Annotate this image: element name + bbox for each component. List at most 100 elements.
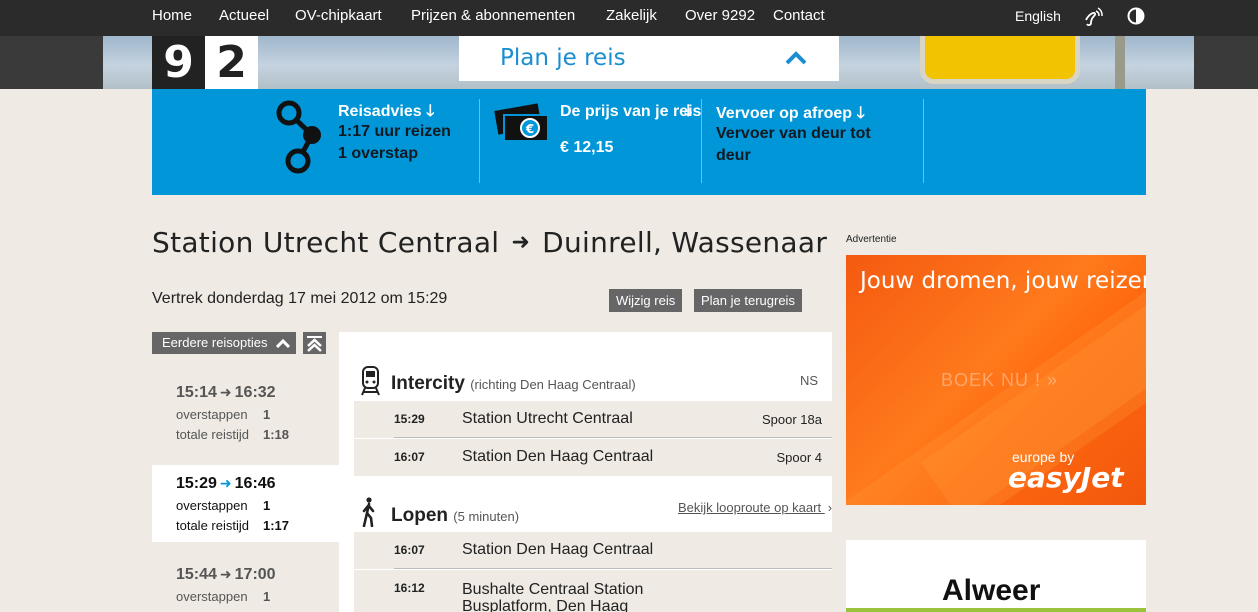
transfers-label: overstappen — [176, 498, 248, 513]
stop-time: 16:07 — [394, 450, 425, 464]
arrow-down-icon: 🡓 — [426, 103, 435, 120]
option-arrive: 16:32 — [234, 384, 276, 401]
divider — [394, 437, 832, 438]
option-duration-row: totale reistijd 1:17 — [176, 518, 289, 533]
arrow-right-icon: ➜ — [511, 230, 531, 255]
leg-title-train: Intercity (richting Den Haag Centraal) — [391, 373, 636, 395]
option-times: 15:29 ➜ 16:46 — [176, 475, 276, 493]
ad-headline: Jouw dromen, jouw reizen — [860, 268, 1146, 294]
advice-transfers: 1 overstap — [338, 145, 419, 162]
option-transfers-row: overstappen 1 — [176, 589, 270, 604]
divider — [479, 99, 480, 183]
stop-platform: Spoor 4 — [776, 450, 822, 465]
second-advertisement[interactable]: Alweer — [846, 540, 1146, 612]
nav-home[interactable]: Home — [152, 7, 192, 24]
walk-route-map-link[interactable]: Bekijk looproute op kaart › — [678, 500, 832, 515]
leg-direction: (richting Den Haag Centraal) — [470, 377, 636, 392]
advice-title-label: Reisadvies — [338, 103, 422, 120]
plan-trip-label: Plan je reis — [500, 45, 626, 71]
option-times: 15:44 ➜ 17:00 — [176, 566, 276, 584]
option-depart: 15:14 — [176, 384, 217, 401]
transfers-label: overstappen — [176, 589, 248, 604]
money-icon: € — [494, 103, 549, 142]
plan-return-button[interactable]: Plan je terugreis — [694, 289, 802, 312]
first-option-button[interactable] — [303, 332, 326, 354]
ad-brand-logo: easyJet — [1008, 461, 1124, 494]
contrast-icon[interactable] — [1127, 7, 1145, 25]
stop-row: 16:12 Bushalte Centraal Station Busplatf… — [354, 570, 832, 612]
price-title[interactable]: De prijs van je reis 🡓 — [560, 102, 730, 122]
leg-mode: Intercity — [391, 373, 465, 394]
stop-row: 15:29 Station Utrecht Centraal Spoor 18a — [354, 401, 832, 438]
trip-option[interactable]: 15:44 ➜ 17:00 overstappen 1 — [152, 556, 339, 612]
nav-prijzen[interactable]: Prijzen & abonnementen — [411, 7, 575, 24]
svg-text:€: € — [525, 122, 534, 136]
ad2-text: Alweer — [942, 574, 1041, 607]
trip-option[interactable]: 15:14 ➜ 16:32 overstappen 1 totale reistij… — [152, 374, 339, 454]
route-icon — [276, 100, 321, 174]
transfers-label: overstappen — [176, 407, 248, 422]
advertisement-label: Advertentie — [846, 234, 897, 245]
divider — [701, 99, 702, 183]
transfers-value: 1 — [263, 407, 271, 422]
plan-trip-toggle[interactable]: Plan je reis — [459, 36, 839, 81]
divider — [394, 568, 832, 569]
stop-name: Station Utrecht Centraal — [462, 410, 633, 427]
option-transfers-row: overstappen 1 — [176, 498, 270, 513]
stop-time: 15:29 — [394, 412, 425, 426]
stop-row: 16:07 Station Den Haag Centraal — [354, 532, 832, 569]
option-depart: 15:29 — [176, 475, 217, 492]
ad2-bar — [846, 608, 1146, 612]
ondemand-title[interactable]: Vervoer op afroep 🡓 — [716, 104, 865, 124]
trip-option-selected[interactable]: 15:29 ➜ 16:46 overstappen 1 totale reistij… — [152, 465, 339, 542]
walking-icon — [362, 497, 375, 527]
price-title-label: De prijs van je reis — [560, 103, 702, 120]
chevron-up-icon — [276, 338, 290, 348]
nav-contact[interactable]: Contact — [773, 7, 825, 24]
arrow-right-icon: ➜ — [219, 384, 232, 400]
nav-ov-chipkaart[interactable]: OV-chipkaart — [295, 7, 382, 24]
option-times: 15:14 ➜ 16:32 — [176, 384, 276, 402]
stop-platform: Spoor 18a — [762, 412, 822, 427]
train-icon — [361, 366, 380, 396]
advice-duration: 1:17 uur reizen — [338, 123, 451, 140]
stop-time: 16:07 — [394, 543, 425, 557]
duration-value: 1:18 — [263, 427, 290, 442]
arrow-right-icon: ➜ — [219, 475, 232, 491]
arrow-down-icon: 🡓 — [856, 105, 865, 122]
nav-zakelijk[interactable]: Zakelijk — [606, 7, 657, 24]
leg-mode: Lopen — [391, 505, 448, 526]
option-duration-row: totale reistijd 1:18 — [176, 427, 289, 442]
double-chevron-up-icon — [307, 336, 322, 352]
nav-actueel[interactable]: Actueel — [219, 7, 269, 24]
walk-route-map-label: Bekijk looproute op kaart — [678, 500, 822, 515]
stop-name: Station Den Haag Centraal — [462, 541, 654, 558]
nav-over-9292[interactable]: Over 9292 — [685, 7, 755, 24]
ear-icon[interactable] — [1082, 6, 1104, 28]
easyjet-advertisement[interactable]: Jouw dromen, jouw reizen BOEK NU ! » eur… — [846, 255, 1146, 505]
arrow-down-icon: 🡓 — [684, 103, 693, 120]
earlier-options-button[interactable]: Eerdere reisopties — [152, 332, 296, 354]
chevron-up-icon — [785, 51, 807, 65]
transfers-value: 1 — [263, 589, 271, 604]
stop-name: Station Den Haag Centraal — [462, 448, 654, 465]
language-link[interactable]: English — [1015, 8, 1061, 24]
stop-row: 16:07 Station Den Haag Centraal Spoor 4 — [354, 439, 832, 476]
route-from: Station Utrecht Centraal — [152, 226, 500, 259]
transfers-value: 1 — [263, 498, 271, 513]
ondemand-title-label: Vervoer op afroep — [716, 105, 853, 122]
advice-title[interactable]: Reisadvies 🡓 — [338, 102, 434, 122]
duration-label: totale reistijd — [176, 518, 249, 533]
top-navigation: Home Actueel OV-chipkaart Prijzen & abon… — [0, 0, 1258, 36]
chevron-right-icon: › — [827, 500, 833, 515]
option-transfers-row: overstappen 1 — [176, 407, 270, 422]
stop-time: 16:12 — [394, 581, 425, 595]
option-arrive: 17:00 — [234, 566, 276, 583]
trip-summary-band: Reisadvies 🡓 1:17 uur reizen 1 overstap … — [152, 89, 1146, 195]
divider — [923, 99, 924, 183]
leg-operator: NS — [800, 373, 819, 388]
change-trip-button[interactable]: Wijzig reis — [609, 289, 683, 312]
leg-direction: (5 minuten) — [453, 509, 520, 524]
stop-name-line1: Bushalte Centraal Station — [462, 581, 644, 598]
arrow-right-icon: ➜ — [219, 566, 232, 582]
